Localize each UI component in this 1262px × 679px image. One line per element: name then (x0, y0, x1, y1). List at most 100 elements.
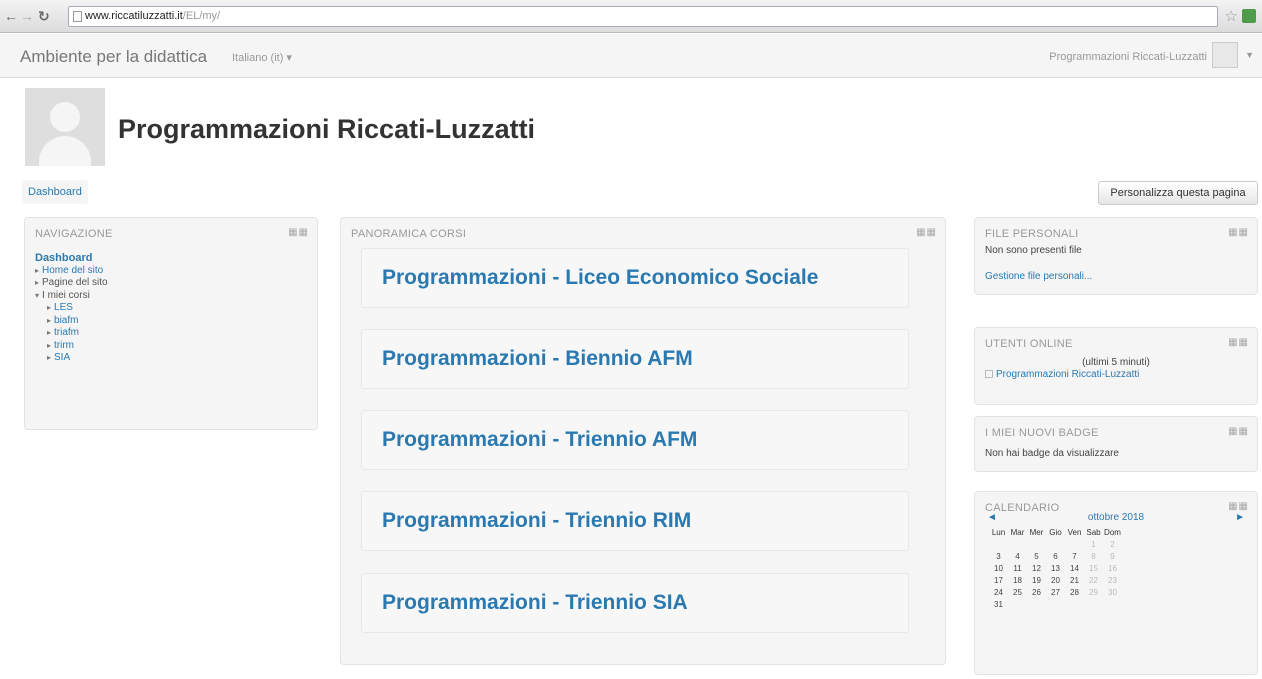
navigation-block: NAVIGAZIONE ▦▦ Dashboard ▸ Home del sito … (24, 217, 318, 430)
calendar-day[interactable]: 16 (1103, 562, 1122, 574)
calendar-day[interactable]: 25 (1008, 586, 1027, 598)
user-avatar[interactable] (1212, 42, 1238, 68)
calendar-day[interactable]: 9 (1103, 550, 1122, 562)
calendar-day[interactable]: 2 (1103, 538, 1122, 550)
calendar-day[interactable]: 31 (989, 598, 1008, 610)
calendar-day (1027, 538, 1046, 550)
calendar-day[interactable]: 12 (1027, 562, 1046, 574)
calendar-day (1065, 598, 1084, 610)
course-box: Programmazioni - Triennio AFM (361, 410, 909, 470)
course-link[interactable]: Programmazioni - Triennio SIA (382, 591, 688, 615)
course-link[interactable]: Programmazioni - Biennio AFM (382, 347, 693, 371)
block-title: NAVIGAZIONE (35, 228, 113, 240)
nav-course[interactable]: ▸ triafm (35, 327, 108, 340)
chevron-down-icon[interactable]: ▼ (1245, 50, 1254, 60)
nav-item[interactable]: ▸ Home del sito (35, 265, 108, 278)
breadcrumb[interactable]: Dashboard (22, 180, 88, 204)
calendar-day (1008, 538, 1027, 550)
back-arrow-icon[interactable]: ← (4, 8, 18, 24)
block-controls-icon[interactable]: ▦▦ (1228, 501, 1249, 512)
course-link[interactable]: Programmazioni - Triennio RIM (382, 509, 691, 533)
nav-item[interactable]: ▸ Pagine del sito (35, 277, 108, 290)
calendar-day[interactable]: 19 (1027, 574, 1046, 586)
course-box: Programmazioni - Biennio AFM (361, 329, 909, 389)
expand-arrow-icon: ▸ (35, 265, 40, 275)
calendar-day[interactable]: 24 (989, 586, 1008, 598)
online-period: (ultimi 5 minuti) (1082, 357, 1150, 368)
block-controls-icon[interactable]: ▦▦ (1228, 337, 1249, 348)
nav-dashboard[interactable]: Dashboard (35, 252, 108, 265)
calendar-week: 3456789 (989, 550, 1122, 562)
extension-icon[interactable] (1242, 9, 1256, 23)
browser-toolbar: ← → ↻ www.riccatiluzzatti.it/EL/my/ ☆ (0, 0, 1262, 33)
nav-course[interactable]: ▸ biafm (35, 315, 108, 328)
calendar-day[interactable]: 7 (1065, 550, 1084, 562)
address-bar[interactable]: www.riccatiluzzatti.it/EL/my/ (68, 6, 1218, 27)
nav-course[interactable]: ▸ LES (35, 302, 108, 315)
calendar-week: 24 25 26 27 28 29 30 (989, 586, 1122, 598)
calendar-weekday: Dom (1104, 527, 1121, 537)
calendar-day[interactable]: 23 (1103, 574, 1122, 586)
block-controls-icon[interactable]: ▦▦ (916, 227, 937, 238)
nav-course-label: LES (54, 302, 73, 313)
calendar-day[interactable]: 10 (989, 562, 1008, 574)
course-link[interactable]: Programmazioni - Triennio AFM (382, 428, 697, 452)
nav-course[interactable]: ▸ trirm (35, 340, 108, 353)
calendar-day[interactable]: 1 (1084, 538, 1103, 550)
calendar-day[interactable]: 28 (1065, 586, 1084, 598)
calendar-day[interactable]: 21 (1065, 574, 1084, 586)
navigation-tree: Dashboard ▸ Home del sito ▸ Pagine del sit… (35, 252, 108, 365)
calendar-day[interactable]: 13 (1046, 562, 1065, 574)
page-icon (73, 11, 82, 22)
forward-arrow-icon[interactable]: → (20, 8, 34, 24)
calendar-block: CALENDARIO ▦▦ ◄ ottobre 2018 ► Lun Mar Mer… (974, 491, 1258, 675)
block-controls-icon[interactable]: ▦▦ (288, 227, 309, 238)
nav-item[interactable]: ▾ I miei corsi (35, 290, 108, 303)
nav-course[interactable]: ▸ SIA (35, 352, 108, 365)
calendar-week: 31 (989, 598, 1122, 610)
bookmark-star-icon[interactable]: ☆ (1225, 7, 1238, 25)
calendar-month[interactable]: ottobre 2018 (975, 512, 1257, 523)
calendar-day[interactable]: 8 (1084, 550, 1103, 562)
user-icon (985, 370, 993, 379)
nav-item-label: I miei corsi (42, 289, 90, 301)
block-title: I MIEI NUOVI BADGE (985, 427, 1099, 439)
course-box: Programmazioni - Triennio SIA (361, 573, 909, 633)
calendar-day[interactable]: 6 (1046, 550, 1065, 562)
next-month-icon[interactable]: ► (1235, 512, 1245, 523)
calendar-day[interactable]: 11 (1008, 562, 1027, 574)
nav-course-label: SIA (54, 352, 71, 363)
calendar-grid: Lun Mar Mer Gio Ven Sab Dom 1 2 3 4 5 6 7 8 9 10 11 12 13 1… (989, 526, 1122, 610)
language-menu[interactable]: Italiano (it) ▾ (232, 51, 292, 64)
calendar-day[interactable]: 30 (1103, 586, 1122, 598)
calendar-day[interactable]: 22 (1084, 574, 1103, 586)
user-menu-name[interactable]: Programmazioni Riccati-Luzzatti (1049, 51, 1207, 63)
calendar-day[interactable]: 27 (1046, 586, 1065, 598)
calendar-weekday: Ven (1067, 527, 1082, 537)
calendar-day[interactable]: 4 (1008, 550, 1027, 562)
course-link[interactable]: Programmazioni - Liceo Economico Sociale (382, 266, 818, 290)
calendar-day[interactable]: 17 (989, 574, 1008, 586)
url-path: /EL/my/ (182, 10, 221, 22)
block-controls-icon[interactable]: ▦▦ (1228, 426, 1249, 437)
calendar-day[interactable]: 15 (1084, 562, 1103, 574)
reload-icon[interactable]: ↻ (38, 8, 50, 24)
block-controls-icon[interactable]: ▦▦ (1228, 227, 1249, 238)
calendar-day[interactable]: 14 (1065, 562, 1084, 574)
calendar-day[interactable]: 18 (1008, 574, 1027, 586)
calendar-week: 17 18 19 20 21 22 23 (989, 574, 1122, 586)
online-user[interactable]: Programmazioni Riccati-Luzzatti (985, 369, 1139, 380)
block-title: UTENTI ONLINE (985, 338, 1073, 350)
calendar-day[interactable]: 26 (1027, 586, 1046, 598)
customize-page-button[interactable]: Personalizza questa pagina (1098, 181, 1258, 205)
online-user-name: Programmazioni Riccati-Luzzatti (996, 369, 1140, 380)
calendar-day[interactable]: 3 (989, 550, 1008, 562)
calendar-day[interactable]: 29 (1084, 586, 1103, 598)
no-badges-text: Non hai badge da visualizzare (985, 448, 1119, 459)
calendar-day[interactable]: 20 (1046, 574, 1065, 586)
manage-files-link[interactable]: Gestione file personali... (985, 271, 1092, 282)
site-brand[interactable]: Ambiente per la didattica (20, 47, 207, 67)
calendar-day (1027, 598, 1046, 610)
private-files-block: FILE PERSONALI ▦▦ Non sono presenti file… (974, 217, 1258, 295)
calendar-day[interactable]: 5 (1027, 550, 1046, 562)
